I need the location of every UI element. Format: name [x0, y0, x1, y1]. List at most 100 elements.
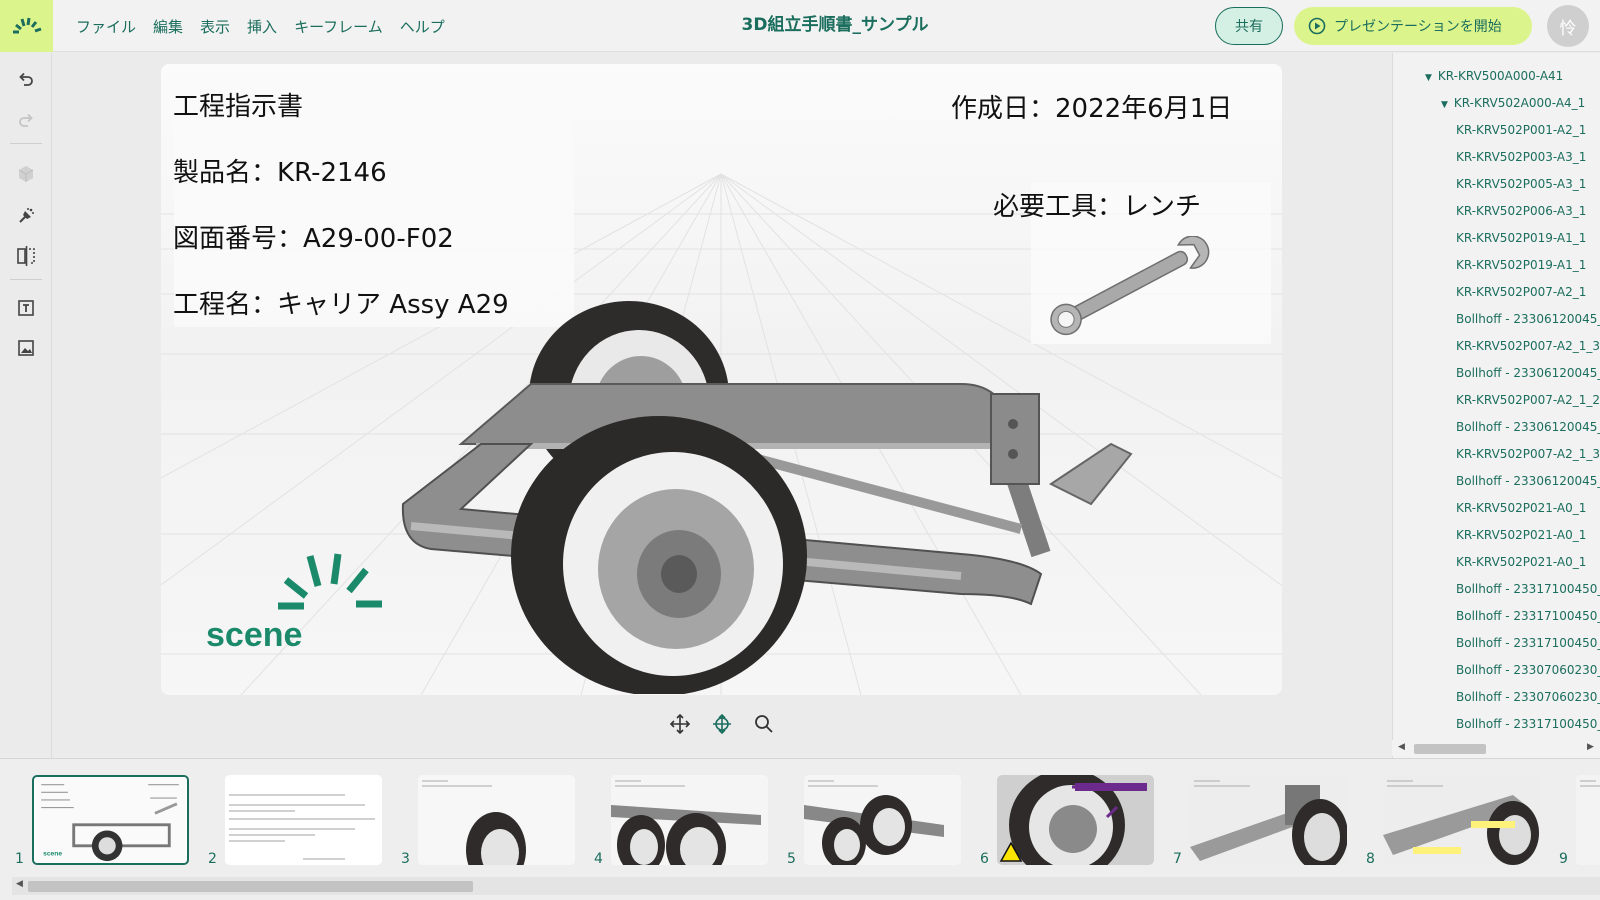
process-name-label: 工程名： — [173, 290, 278, 320]
top-bar: ファイル 編集 表示 挿入 キーフレーム ヘルプ 3D組立手順書_サンプル 共有… — [0, 0, 1600, 52]
tree-item[interactable]: KR-KRV502P006-A3_1 — [1456, 204, 1586, 218]
menu-keyframe[interactable]: キーフレーム — [294, 16, 383, 37]
slide-preview — [804, 775, 961, 865]
undo-button[interactable] — [13, 67, 39, 93]
toolbar-divider — [10, 279, 42, 280]
scene-logo-text: scene — [206, 616, 302, 654]
tree-item[interactable]: Bollhoff - 23307060230_1 — [1456, 663, 1600, 677]
tree-item[interactable]: KR-KRV502P021-A0_1 — [1456, 528, 1586, 542]
text-tool-button[interactable] — [13, 295, 39, 321]
tree-item[interactable]: KR-KRV502P001-A2_1 — [1456, 123, 1586, 137]
slide-thumbnail-1[interactable]: scene — [32, 775, 189, 865]
app-logo[interactable] — [0, 0, 53, 52]
tree-item[interactable]: Bollhoff - 23317100450_1 — [1456, 717, 1600, 731]
slide-thumbnail-4[interactable] — [611, 775, 768, 865]
menu-view[interactable]: 表示 — [200, 16, 230, 37]
slide-preview — [1576, 775, 1600, 865]
product-name-value: KR-2146 — [277, 158, 387, 188]
tree-item[interactable]: Bollhoff - 23317100450_1 — [1456, 636, 1600, 650]
required-tool-label: 必要工具：レンチ — [993, 192, 1202, 222]
expand-caret-icon[interactable]: ▼ — [1441, 100, 1448, 110]
slide-preview — [1190, 775, 1347, 865]
menu-file[interactable]: ファイル — [76, 16, 136, 37]
share-button[interactable]: 共有 — [1215, 7, 1283, 45]
menu-bar: ファイル 編集 表示 挿入 キーフレーム ヘルプ — [76, 0, 445, 52]
slide-number: 4 — [594, 851, 603, 867]
explode-tool-button[interactable] — [13, 203, 39, 229]
tree-item-assembly[interactable]: ▼ KR-KRV502A000-A4_1 — [1441, 96, 1585, 110]
slide-thumbnail-6[interactable] — [997, 775, 1154, 865]
zoom-button[interactable] — [752, 712, 776, 736]
created-date: 作成日：2022年6月1日 — [951, 88, 1232, 125]
tree-item[interactable]: Bollhoff - 23306120045_1 — [1456, 366, 1600, 380]
slide-strip: 1 scene 2 3 4 5 6 7 8 9 ◀ — [0, 758, 1600, 900]
slide-preview: scene — [35, 777, 186, 863]
slide-preview — [418, 775, 575, 865]
slide-thumbnail-8[interactable] — [1383, 775, 1540, 865]
section-tool-button[interactable] — [13, 243, 39, 269]
tree-item[interactable]: KR-KRV502P007-A2_1_3 — [1456, 447, 1600, 461]
drawing-number-line: 図面番号：A29-00-F02 — [173, 218, 454, 255]
explode-icon — [19, 208, 34, 223]
tree-item-label: KR-KRV500A000-A41 — [1437, 69, 1564, 83]
slide-preview — [997, 775, 1154, 865]
scroll-left-icon[interactable]: ◀ — [1398, 742, 1405, 752]
tree-item[interactable]: KR-KRV502P021-A0_1 — [1456, 555, 1586, 569]
slide-strip-scrollbar[interactable]: ◀ — [12, 877, 1600, 895]
pan-button[interactable] — [668, 712, 692, 736]
tree-item[interactable]: Bollhoff - 23306120045_1 — [1456, 312, 1600, 326]
tree-item[interactable]: KR-KRV502P019-A1_1 — [1456, 231, 1586, 245]
slide-thumbnail-5[interactable] — [804, 775, 961, 865]
slide-number: 1 — [15, 851, 24, 867]
tree-item[interactable]: Bollhoff - 23306120045_1 — [1456, 474, 1600, 488]
tree-item[interactable]: KR-KRV502P021-A0_1 — [1456, 501, 1586, 515]
tree-scroll-thumb[interactable] — [1414, 744, 1486, 754]
scroll-right-icon[interactable]: ▶ — [1587, 742, 1594, 752]
expand-caret-icon[interactable]: ▼ — [1425, 73, 1432, 83]
scroll-left-icon[interactable]: ◀ — [16, 879, 23, 889]
slide-preview — [1383, 775, 1540, 865]
document-title[interactable]: 3D組立手順書_サンプル — [620, 0, 1050, 52]
tree-item[interactable]: KR-KRV502P019-A1_1 — [1456, 258, 1586, 272]
section-split-icon — [17, 246, 35, 266]
slide-strip-scroll-thumb[interactable] — [28, 881, 473, 892]
slide-number: 3 — [401, 851, 410, 867]
tree-item[interactable]: KR-KRV502P007-A2_1 — [1456, 285, 1586, 299]
slide-thumbnail-3[interactable] — [418, 775, 575, 865]
image-tool-button[interactable] — [13, 335, 39, 361]
menu-edit[interactable]: 編集 — [153, 16, 183, 37]
slide-thumbnail-9[interactable] — [1576, 775, 1600, 865]
svg-text:scene: scene — [43, 850, 62, 857]
slide-number: 5 — [787, 851, 796, 867]
left-toolbar — [0, 53, 52, 758]
image-icon — [18, 340, 34, 356]
tree-item[interactable]: KR-KRV502P007-A2_1_2 — [1456, 393, 1600, 407]
drawing-number-label: 図面番号： — [173, 224, 304, 254]
part-tool-button[interactable] — [13, 161, 39, 187]
tree-horizontal-scrollbar[interactable]: ◀ ▶ — [1392, 740, 1600, 756]
start-presentation-button[interactable]: プレゼンテーションを開始 — [1294, 7, 1532, 45]
scene-canvas[interactable]: 工程指示書 製品名：KR-2146 図面番号：A29-00-F02 工程名：キャ… — [161, 64, 1282, 695]
menu-help[interactable]: ヘルプ — [400, 16, 445, 37]
rotate-button[interactable] — [710, 712, 734, 736]
slide-number: 8 — [1366, 851, 1375, 867]
cart-3d-model[interactable] — [401, 294, 1161, 694]
menu-insert[interactable]: 挿入 — [247, 16, 277, 37]
tree-item[interactable]: KR-KRV502P007-A2_1_3 — [1456, 339, 1600, 353]
tree-item-root[interactable]: ▼ KR-KRV500A000-A41 — [1425, 69, 1563, 83]
text-box-icon — [18, 300, 34, 316]
tree-item[interactable]: Bollhoff - 23317100450_1 — [1456, 609, 1600, 623]
tree-item[interactable]: KR-KRV502P003-A3_1 — [1456, 150, 1586, 164]
redo-button[interactable] — [13, 108, 39, 134]
tree-item[interactable]: Bollhoff - 23306120045_1 — [1456, 420, 1600, 434]
start-presentation-label: プレゼンテーションを開始 — [1334, 19, 1502, 35]
user-avatar[interactable]: 怜 — [1547, 5, 1589, 47]
slide-thumbnail-2[interactable] — [225, 775, 382, 865]
tree-item[interactable]: KR-KRV502P005-A3_1 — [1456, 177, 1586, 191]
undo-icon — [19, 72, 33, 86]
slide-preview — [611, 775, 768, 865]
slide-thumbnail-7[interactable] — [1190, 775, 1347, 865]
product-name-label: 製品名： — [173, 158, 278, 188]
tree-item[interactable]: Bollhoff - 23317100450_1 — [1456, 582, 1600, 596]
tree-item[interactable]: Bollhoff - 23307060230_1 — [1456, 690, 1600, 704]
